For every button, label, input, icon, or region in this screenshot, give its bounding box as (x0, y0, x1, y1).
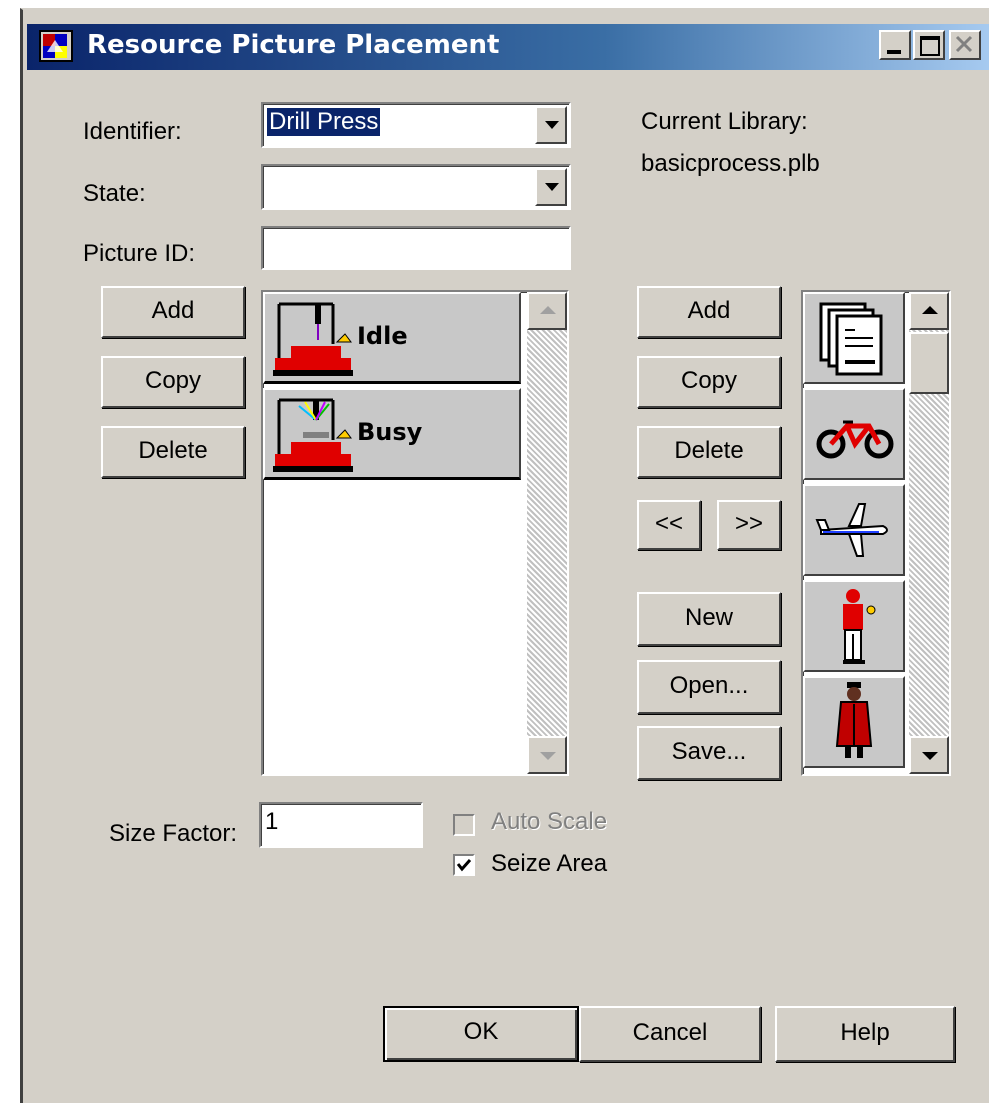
library-picture-5[interactable] (803, 676, 905, 768)
identifier-value[interactable]: Drill Press (267, 108, 381, 136)
bicycle-icon (816, 420, 894, 459)
state-list-scrollbar[interactable] (527, 292, 567, 774)
copy-state-button[interactable]: Copy (101, 356, 245, 408)
drill-press-idle-icon (273, 302, 353, 376)
save-library-button[interactable]: Save... (637, 726, 781, 780)
state-label: State: (83, 180, 146, 207)
identifier-label: Identifier: (83, 118, 182, 145)
documents-icon (819, 302, 883, 376)
close-icon (955, 35, 973, 53)
delete-picture-button[interactable]: Delete (637, 426, 781, 478)
scroll-up-button[interactable] (909, 292, 949, 330)
scroll-down-button[interactable] (909, 736, 949, 774)
scroll-up-button[interactable] (527, 292, 567, 330)
seize-area-label: Seize Area (491, 850, 608, 877)
delete-state-button[interactable]: Delete (101, 426, 245, 478)
new-library-button[interactable]: New (637, 592, 781, 646)
auto-scale-label: Auto Scale (491, 808, 608, 835)
close-button[interactable] (949, 30, 981, 60)
minimize-icon (887, 50, 901, 54)
cancel-button[interactable]: Cancel (579, 1006, 761, 1062)
seize-area-checkbox[interactable] (453, 854, 475, 876)
add-state-button[interactable]: Add (101, 286, 245, 338)
state-name-busy: Busy (357, 418, 423, 446)
minimize-button[interactable] (879, 30, 911, 60)
picture-id-label: Picture ID: (83, 240, 196, 267)
drill-press-busy-icon (273, 398, 353, 472)
add-picture-button[interactable]: Add (637, 286, 781, 338)
library-list-scrollbar[interactable] (909, 292, 949, 774)
maximize-button[interactable] (913, 30, 945, 60)
scroll-thumb[interactable] (909, 332, 949, 394)
library-picture-list[interactable] (801, 290, 951, 776)
identifier-dropdown-button[interactable] (535, 106, 567, 144)
library-picture-4[interactable] (803, 580, 905, 672)
state-item-idle[interactable]: Idle (263, 292, 521, 384)
title-bar[interactable]: Resource Picture Placement (27, 24, 989, 70)
open-library-button[interactable]: Open... (637, 660, 781, 714)
scroll-down-button[interactable] (527, 736, 567, 774)
app-icon (39, 30, 73, 62)
person-icon (843, 589, 876, 664)
state-picture-list[interactable]: Idle Busy (261, 290, 569, 776)
ok-button[interactable]: OK (383, 1006, 579, 1062)
library-picture-3[interactable] (803, 484, 905, 576)
state-dropdown-button[interactable] (535, 168, 567, 206)
window-title: Resource Picture Placement (87, 30, 500, 60)
move-right-button[interactable]: >> (717, 500, 781, 550)
maximize-icon (920, 36, 940, 56)
current-library-value: basicprocess.plb (641, 150, 820, 177)
size-factor-input[interactable]: 1 (259, 802, 423, 848)
help-button[interactable]: Help (775, 1006, 955, 1062)
size-factor-label: Size Factor: (109, 820, 238, 847)
identifier-combobox[interactable]: Drill Press (261, 102, 571, 148)
size-factor-value[interactable]: 1 (265, 808, 278, 836)
checkmark-icon (456, 859, 472, 872)
move-left-button[interactable]: << (637, 500, 701, 550)
state-name-idle: Idle (357, 322, 408, 350)
state-item-busy[interactable]: Busy (263, 388, 521, 480)
current-library-label: Current Library: (641, 108, 808, 135)
picture-id-input[interactable] (261, 226, 571, 270)
person-coat-icon (835, 682, 873, 758)
library-picture-1[interactable] (803, 292, 905, 384)
copy-picture-button[interactable]: Copy (637, 356, 781, 408)
auto-scale-checkbox[interactable] (453, 814, 475, 836)
airplane-icon (815, 503, 888, 557)
state-combobox[interactable] (261, 164, 571, 210)
library-picture-2[interactable] (803, 388, 905, 480)
dialog-window: Resource Picture Placement Identifier: D… (20, 8, 989, 1103)
